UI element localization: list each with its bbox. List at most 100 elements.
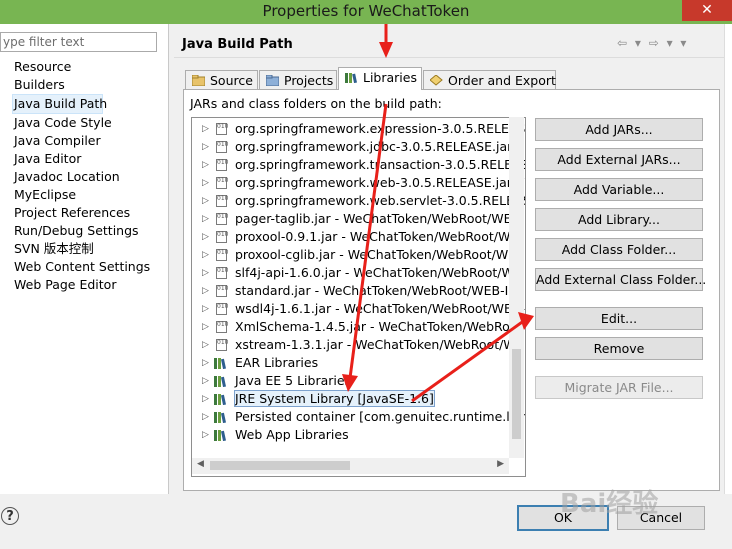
tree-row[interactable]: ▷ 010 org.springframework.transaction-3.0.… (192, 156, 525, 174)
scroll-thumb[interactable] (512, 349, 521, 439)
expand-arrow-icon[interactable]: ▷ (202, 372, 209, 390)
sidebar-item-javadoc-location[interactable]: Javadoc Location (14, 168, 150, 186)
add-external-jars-button[interactable]: Add External JARs... (535, 148, 703, 171)
expand-arrow-icon[interactable]: ▷ (202, 192, 209, 210)
expand-arrow-icon[interactable]: ▷ (202, 426, 209, 444)
sidebar-item-builders[interactable]: Builders (14, 76, 150, 94)
sidebar-item-java-editor[interactable]: Java Editor (14, 150, 150, 168)
tree-row[interactable]: ▷ 010 XmlSchema-1.4.5.jar - WeChatToken/We… (192, 318, 525, 336)
tree-row[interactable]: ▷ 010 org.springframework.jdbc-3.0.5.RELEA… (192, 138, 525, 156)
tree-row[interactable]: ▷ Java EE 5 Libraries (192, 372, 525, 390)
expand-arrow-icon[interactable]: ▷ (202, 354, 209, 372)
header-divider (174, 57, 724, 58)
tree-row[interactable]: ▷ 010 slf4j-api-1.6.0.jar - WeChatToken/We… (192, 264, 525, 282)
tab-libraries[interactable]: Libraries (338, 67, 422, 90)
sidebar-item-java-compiler[interactable]: Java Compiler (14, 132, 150, 150)
tree-row[interactable]: ▷ 010 pager-taglib.jar - WeChatToken/WebRo… (192, 210, 525, 228)
filter-input[interactable]: ype filter text (0, 32, 157, 52)
expand-arrow-icon[interactable]: ▷ (202, 390, 209, 408)
jar-file-icon: 010 (216, 321, 228, 333)
build-path-label: JARs and class folders on the build path… (190, 96, 442, 111)
expand-arrow-icon[interactable]: ▷ (202, 264, 209, 282)
sidebar-item-run-debug-settings[interactable]: Run/Debug Settings (14, 222, 150, 240)
hscroll-thumb[interactable] (210, 461, 350, 470)
expand-arrow-icon[interactable]: ▷ (202, 156, 209, 174)
tab-projects[interactable]: Projects (259, 70, 337, 89)
jar-file-icon: 010 (216, 303, 228, 315)
sidebar-item-resource[interactable]: Resource (14, 58, 150, 76)
tree-row-label: org.springframework.web-3.0.5.RELEASE.ja… (235, 175, 526, 190)
library-icon (214, 430, 226, 441)
tree-row[interactable]: ▷ EAR Libraries (192, 354, 525, 372)
add-library-button[interactable]: Add Library... (535, 208, 703, 231)
history-nav-arrows[interactable]: ⇦ ▾ ⇨ ▾ ▾ (617, 36, 688, 50)
sash[interactable] (168, 24, 169, 494)
tree-row[interactable]: ▷ 010 proxool-cglib.jar - WeChatToken/WebR… (192, 246, 525, 264)
add-class-folder-button[interactable]: Add Class Folder... (535, 238, 703, 261)
expand-arrow-icon[interactable]: ▷ (202, 300, 209, 318)
add-jars-button[interactable]: Add JARs... (535, 118, 703, 141)
tree-row-label: wsdl4j-1.6.1.jar - WeChatToken/WebRoot/W… (235, 301, 526, 316)
sidebar-item-svn[interactable]: SVN 版本控制 (14, 240, 150, 258)
source-folder-icon (192, 75, 205, 86)
scroll-right-icon[interactable]: ▶ (497, 459, 504, 469)
expand-arrow-icon[interactable]: ▷ (202, 138, 209, 156)
tree-row-label: Web App Libraries (235, 427, 349, 442)
expand-arrow-icon[interactable]: ▷ (202, 210, 209, 228)
library-icon (214, 412, 226, 423)
tree-row[interactable]: ▷ Persisted container [com.genuitec.runti… (192, 408, 526, 426)
tree-row[interactable]: ▷ 010 xstream-1.3.1.jar - WeChatToken/WebR… (192, 336, 525, 354)
annotation-arrowhead-title (379, 42, 393, 58)
expand-arrow-icon[interactable]: ▷ (202, 282, 209, 300)
tree-row-label: Persisted container [com.genuitec.runtim… (235, 409, 526, 424)
tree-row-label: JRE System Library [JavaSE-1.6] (234, 390, 435, 407)
tree-row-label: EAR Libraries (235, 355, 319, 370)
sidebar-item-java-build-path[interactable]: Java Build Path (12, 94, 107, 114)
tab-source[interactable]: Source (185, 70, 258, 89)
expand-arrow-icon[interactable]: ▷ (202, 408, 209, 426)
expand-arrow-icon[interactable]: ▷ (202, 228, 209, 246)
help-icon[interactable]: ? (1, 507, 19, 525)
tree-row-label: xstream-1.3.1.jar - WeChatToken/WebRoot/… (235, 337, 524, 352)
tree-horizontal-scrollbar[interactable]: ◀ ▶ (192, 458, 509, 474)
migrate-jar-button[interactable]: Migrate JAR File... (535, 376, 703, 399)
tree-row-label: XmlSchema-1.4.5.jar - WeChatToken/WebRoo… (235, 319, 523, 334)
close-button[interactable]: ✕ (682, 0, 732, 21)
libraries-icon (345, 73, 357, 83)
tree-row[interactable]: ▷ 010 standard.jar - WeChatToken/WebRoot/W… (192, 282, 525, 300)
sidebar-item-java-code-style[interactable]: Java Code Style (14, 114, 150, 132)
expand-arrow-icon[interactable]: ▷ (202, 246, 209, 264)
expand-arrow-icon[interactable]: ▷ (202, 120, 209, 138)
tree-row[interactable]: ▷ 010 wsdl4j-1.6.1.jar - WeChatToken/WebRo… (192, 300, 526, 318)
tree-row[interactable]: ▷ 010 org.springframework.web-3.0.5.RELEAS… (192, 174, 526, 192)
tree-row-label: proxool-0.9.1.jar - WeChatToken/WebRoot/… (235, 229, 519, 244)
library-icon (214, 358, 226, 369)
watermark: Bai经验 (560, 489, 659, 519)
edit-button[interactable]: Edit... (535, 307, 703, 330)
expand-arrow-icon[interactable]: ▷ (202, 336, 209, 354)
add-variable-button[interactable]: Add Variable... (535, 178, 703, 201)
tree-row[interactable]: ▷ Web App Libraries (192, 426, 525, 444)
add-external-class-folder-button[interactable]: Add External Class Folder... (535, 268, 706, 291)
tree-vertical-scrollbar[interactable] (509, 117, 524, 458)
scroll-left-icon[interactable]: ◀ (197, 459, 204, 469)
tree-row[interactable]: ▷ 010 proxool-0.9.1.jar - WeChatToken/WebR… (192, 228, 525, 246)
order-export-icon (430, 75, 443, 86)
expand-arrow-icon[interactable]: ▷ (202, 318, 209, 336)
tree-row[interactable]: ▷ 010 org.springframework.web.servlet-3.0.… (192, 192, 525, 210)
remove-button[interactable]: Remove (535, 337, 703, 360)
sidebar-item-web-page-editor[interactable]: Web Page Editor (14, 276, 150, 294)
tree-rows: ▷ 010 org.springframework.expression-3.0.5… (192, 120, 526, 444)
jar-file-icon: 010 (216, 339, 228, 351)
tree-row[interactable]: ▷ 010 org.springframework.expression-3.0.5… (192, 120, 525, 138)
title-bar[interactable]: Properties for WeChatToken ✕ (0, 0, 732, 24)
tree-row[interactable]: ▷ JRE System Library [JavaSE-1.6] (192, 390, 525, 408)
sidebar-item-web-content-settings[interactable]: Web Content Settings (14, 258, 150, 276)
library-icon (214, 394, 226, 405)
tab-order-and-export[interactable]: Order and Export (423, 70, 556, 89)
projects-icon (266, 75, 279, 86)
sidebar-item-project-references[interactable]: Project References (14, 204, 150, 222)
sidebar-item-myeclipse[interactable]: MyEclipse (14, 186, 150, 204)
build-path-tree[interactable]: ▷ 010 org.springframework.expression-3.0.5… (191, 117, 526, 477)
expand-arrow-icon[interactable]: ▷ (202, 174, 209, 192)
